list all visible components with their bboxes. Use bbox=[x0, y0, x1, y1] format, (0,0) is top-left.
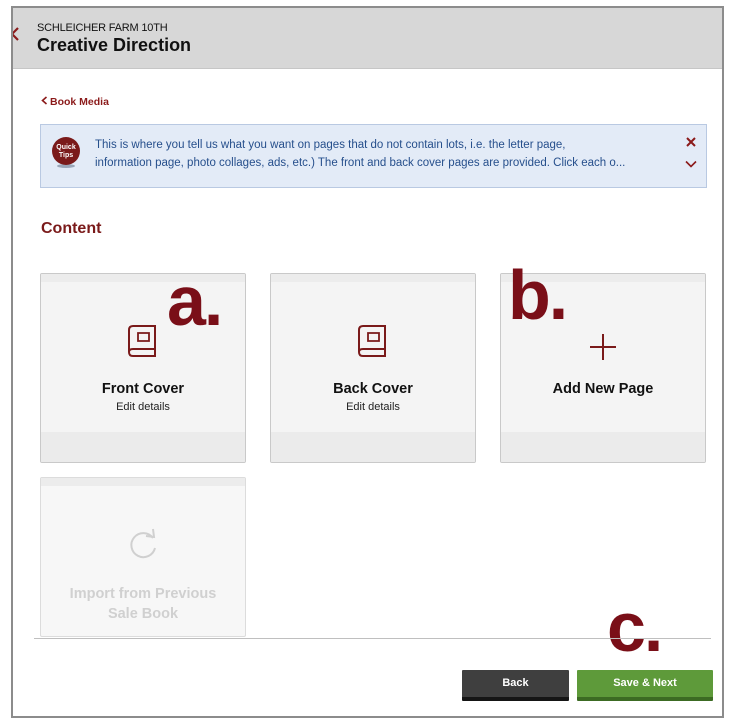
back-cover-card[interactable]: Back Cover Edit details bbox=[270, 273, 476, 463]
chevron-left-icon bbox=[41, 96, 48, 105]
back-chevron-icon[interactable] bbox=[13, 22, 23, 46]
import-previous-title-line1: Import from Previous bbox=[69, 586, 217, 602]
back-button[interactable]: Back bbox=[462, 670, 569, 701]
front-cover-title: Front Cover bbox=[101, 381, 185, 397]
quick-tips-line-2: information page, photo collages, ads, e… bbox=[95, 157, 626, 169]
content-heading: Content bbox=[41, 220, 102, 237]
annotation-c: c. bbox=[607, 588, 663, 666]
import-previous-title: Import from Previous Sale Book bbox=[41, 584, 245, 624]
import-previous-title-line2: Sale Book bbox=[107, 606, 179, 622]
annotation-a: a. bbox=[167, 262, 223, 340]
header-subtitle: SCHLEICHER FARM 10TH bbox=[37, 22, 168, 34]
back-cover-subtitle: Edit details bbox=[346, 401, 400, 413]
plus-icon bbox=[590, 334, 616, 360]
quick-tips-badge-line1: Quick bbox=[56, 144, 76, 151]
quick-tips-banner: Quick Tips This is where you tell us wha… bbox=[40, 124, 707, 188]
save-next-button[interactable]: Save & Next bbox=[577, 670, 713, 701]
import-previous-card: Import from Previous Sale Book bbox=[40, 477, 246, 637]
quick-tips-icon: Quick Tips bbox=[52, 137, 80, 168]
page-title: Creative Direction bbox=[37, 35, 192, 55]
refresh-icon bbox=[130, 528, 156, 559]
page-header: SCHLEICHER FARM 10TH Creative Direction bbox=[13, 8, 722, 69]
back-cover-title: Back Cover bbox=[333, 381, 413, 397]
quick-tips-line-1: This is where you tell us what you want … bbox=[95, 139, 566, 151]
quick-tips-text: This is where you tell us what you want … bbox=[95, 136, 675, 172]
app-window: SCHLEICHER FARM 10TH Creative Direction … bbox=[11, 6, 724, 718]
book-icon bbox=[358, 325, 386, 357]
breadcrumb-book-media[interactable]: Book Media bbox=[41, 96, 109, 108]
breadcrumb-label: Book Media bbox=[50, 96, 109, 108]
chevron-down-icon[interactable] bbox=[684, 157, 698, 171]
quick-tips-badge-line2: Tips bbox=[59, 152, 73, 159]
add-new-page-title: Add New Page bbox=[552, 381, 654, 397]
close-icon[interactable] bbox=[684, 135, 698, 149]
book-icon bbox=[128, 325, 156, 357]
front-cover-subtitle: Edit details bbox=[116, 401, 170, 413]
footer-divider bbox=[34, 638, 711, 639]
annotation-b: b. bbox=[508, 256, 568, 334]
